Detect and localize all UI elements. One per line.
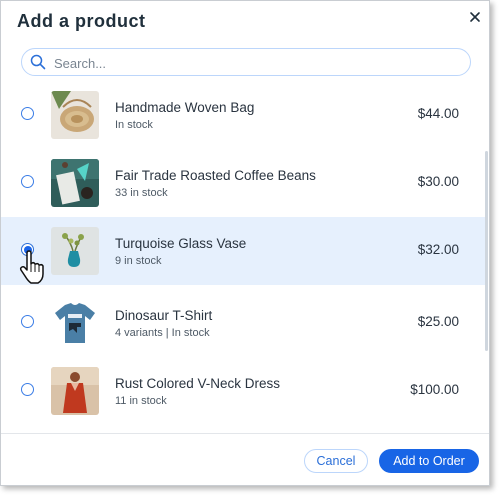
product-stock: 11 in stock <box>115 395 167 407</box>
product-thumbnail <box>51 159 99 207</box>
product-stock: 9 in stock <box>115 255 162 267</box>
close-icon[interactable] <box>467 9 483 25</box>
product-name: Rust Colored V-Neck Dress <box>115 376 281 391</box>
add-to-order-button[interactable]: Add to Order <box>379 449 479 473</box>
product-thumbnail <box>51 91 99 139</box>
product-price: $44.00 <box>417 106 459 121</box>
product-stock: In stock <box>115 119 153 131</box>
product-price: $30.00 <box>417 174 459 189</box>
product-radio[interactable] <box>21 315 34 328</box>
product-row-turquoise-glass-vase[interactable]: Turquoise Glass Vase 9 in stock $32.00 <box>1 217 488 285</box>
product-price: $25.00 <box>417 314 459 329</box>
product-name: Turquoise Glass Vase <box>115 236 247 251</box>
product-row-dinosaur-tshirt[interactable]: Dinosaur T-Shirt 4 variants | In stock $… <box>1 289 488 357</box>
product-name: Fair Trade Roasted Coffee Beans <box>115 168 316 183</box>
product-radio[interactable] <box>21 107 34 120</box>
product-row-rust-dress[interactable]: Rust Colored V-Neck Dress 11 in stock $1… <box>1 357 488 425</box>
product-thumbnail <box>51 227 99 275</box>
search-input[interactable] <box>52 52 456 74</box>
product-list: Handmade Woven Bag In stock $44.00 Fair … <box>1 81 488 433</box>
product-price: $100.00 <box>410 382 459 397</box>
list-scrollbar[interactable] <box>485 151 488 351</box>
footer-divider <box>1 433 489 434</box>
add-product-dialog: Add a product Handmade Woven Bag In stoc… <box>0 0 490 486</box>
product-name: Dinosaur T-Shirt <box>115 308 213 323</box>
product-row-handmade-woven-bag[interactable]: Handmade Woven Bag In stock $44.00 <box>1 81 488 149</box>
search-icon <box>30 54 46 70</box>
product-radio[interactable] <box>21 175 34 188</box>
product-radio[interactable] <box>21 383 34 396</box>
product-thumbnail <box>51 367 99 415</box>
hand-cursor-icon <box>19 250 44 284</box>
cancel-button[interactable]: Cancel <box>304 449 368 473</box>
product-price: $32.00 <box>417 242 459 257</box>
search-field[interactable] <box>21 48 471 76</box>
product-name: Handmade Woven Bag <box>115 100 255 115</box>
product-thumbnail <box>51 299 99 347</box>
dialog-title: Add a product <box>17 11 146 31</box>
product-row-coffee-beans[interactable]: Fair Trade Roasted Coffee Beans 33 in st… <box>1 149 488 217</box>
product-stock: 4 variants | In stock <box>115 327 210 339</box>
product-stock: 33 in stock <box>115 187 168 199</box>
